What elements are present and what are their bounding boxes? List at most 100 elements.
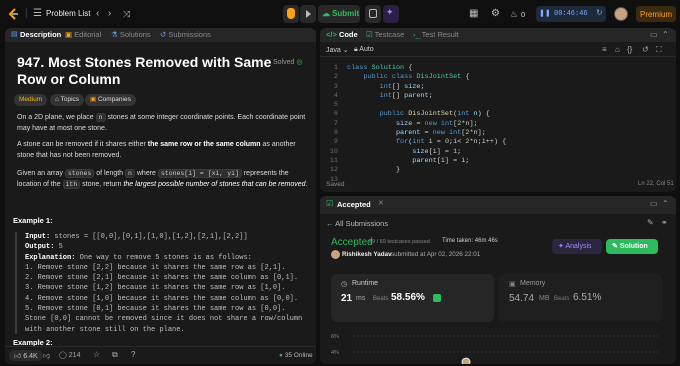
tab-solutions[interactable]: ⚗ Solutions	[111, 28, 151, 42]
premium-button[interactable]: Premium	[636, 6, 676, 22]
top-navbar: | ☰ Problem List ‹ › ⤨ ☁ Submit ✦ ▦ ⚙ ♨ …	[0, 0, 680, 28]
run-button[interactable]	[300, 5, 316, 23]
memory-label: Memory	[520, 280, 546, 287]
runtime-distribution-chart: 6%4%2%	[331, 334, 661, 364]
code-line[interactable]: }	[347, 166, 667, 175]
topics-chip[interactable]: ⌂ Topics	[50, 94, 85, 106]
solution-button[interactable]: ✎ Solution	[606, 239, 658, 254]
code-line[interactable]: size[i] = 1;	[347, 148, 667, 157]
format-icon[interactable]: ≡	[602, 45, 607, 54]
example-line: Explanation: One way to remove 5 stones …	[25, 253, 252, 262]
mode-toggle[interactable]: 🔒︎ Auto	[354, 46, 374, 54]
tab-accepted[interactable]: Accepted	[337, 198, 371, 212]
example-1-block: Input: stones = [[0,0],[0,1],[1,0],[1,2]…	[15, 232, 305, 334]
ai-assist-button[interactable]: ✦	[383, 5, 399, 23]
difficulty-badge[interactable]: Medium	[14, 94, 48, 106]
favorite-star-icon[interactable]: ☆	[93, 350, 100, 359]
tab-test-result[interactable]: ›_ Test Result	[413, 28, 459, 42]
chart-y-tick: 4%	[331, 350, 339, 356]
timer-pause-icon[interactable]: ❚❚	[539, 9, 551, 17]
companies-chip[interactable]: ▣ Companies	[85, 94, 136, 106]
analysis-button[interactable]: ✦ Analysis	[552, 239, 602, 254]
timer-reset-icon[interactable]: ↻	[596, 8, 603, 17]
timer-value: 00:46:46	[554, 10, 588, 18]
tab-testcase[interactable]: ☑ Testcase	[366, 28, 404, 42]
code-line[interactable]: parent[i] = i;	[347, 157, 667, 166]
close-tab-icon[interactable]: ✕	[378, 199, 384, 207]
tab-description[interactable]: Description	[20, 28, 61, 42]
example-line: Input: stones = [[0,0],[0,1],[1,0],[1,2]…	[25, 233, 248, 241]
help-icon[interactable]: ?	[131, 350, 135, 359]
language-select[interactable]: Java ⌄	[326, 46, 349, 54]
memory-card[interactable]: ▣ Memory 54.74 MB Beats 6.51%	[499, 274, 662, 322]
saved-status: Saved	[326, 181, 345, 188]
streak-fire-icon[interactable]: ♨	[510, 9, 518, 20]
example-1-heading: Example 1:	[13, 216, 53, 225]
submitter-name[interactable]: Rishikesh Yadav	[342, 251, 392, 258]
leetcode-logo[interactable]	[8, 8, 19, 20]
timer-widget[interactable]: ❚❚ 00:46:46 ↻	[536, 6, 606, 22]
line-number: 7	[333, 119, 338, 128]
line-number: 8	[333, 129, 338, 138]
code-line[interactable]: int[] parent;	[347, 92, 667, 101]
chart-y-tick: 6%	[331, 334, 339, 340]
problem-list-icon[interactable]: ☰	[33, 0, 42, 28]
all-submissions-link[interactable]: ← All Submissions	[326, 219, 388, 228]
braces-icon[interactable]: {}	[627, 45, 632, 54]
cursor-position: Ln 22, Col 51	[638, 181, 674, 187]
problem-list-link[interactable]: Problem List	[46, 9, 90, 18]
code-line[interactable]: size = new int[2*n];	[347, 120, 667, 129]
line-number: 12	[329, 166, 338, 175]
example-line: Stone [0,0] cannot be removed since it d…	[25, 315, 303, 324]
edit-square-icon: ✎	[612, 243, 620, 250]
your-submission-marker[interactable]	[461, 357, 471, 364]
bug-icon	[287, 8, 295, 19]
expand-icon[interactable]: ▭	[650, 199, 658, 208]
code-line[interactable]: parent = new int[2*n];	[347, 129, 667, 138]
expand-icon[interactable]: ▭	[650, 30, 658, 39]
comments-button[interactable]: ◯ 214	[59, 351, 80, 359]
fullscreen-icon[interactable]: ⛶	[656, 45, 662, 55]
sparkle-icon: ✦	[386, 7, 394, 17]
edit-icon[interactable]: ✎	[647, 218, 654, 227]
dislike-button[interactable]: 👎︎	[43, 351, 50, 360]
play-icon	[306, 10, 311, 18]
notes-button[interactable]	[365, 5, 381, 23]
collapse-icon[interactable]: ⌃	[662, 199, 669, 208]
arrow-left-icon: ←	[326, 219, 336, 228]
tab-submissions[interactable]: ↺ Submissions	[160, 28, 211, 42]
submit-button[interactable]: ☁ Submit	[318, 5, 360, 23]
like-button[interactable]: 👍︎ 6.4K	[9, 350, 43, 361]
avatar[interactable]	[614, 7, 628, 21]
code-line[interactable]	[347, 101, 667, 110]
code-editor-panel: </> Code ☑ Testcase ›_ Test Result ▭ ⌃ J…	[320, 28, 676, 192]
comment-icon: ◯	[59, 352, 69, 359]
reset-icon[interactable]: ↺	[642, 45, 649, 54]
debug-button[interactable]	[283, 5, 299, 23]
solved-status: Solved ◎	[273, 59, 303, 66]
thumbs-up-icon: 👍︎	[14, 353, 24, 360]
bookmark-icon[interactable]: ⌂	[615, 45, 620, 54]
code-line[interactable]: int[] size;	[347, 83, 667, 92]
shuffle-icon[interactable]: ⤨	[123, 0, 130, 28]
share-icon[interactable]: ⧉	[112, 350, 118, 360]
lock-icon: ▣	[90, 96, 98, 103]
example-line: with another stone still on the plane.	[25, 325, 185, 334]
link-icon[interactable]: ⚭	[661, 218, 668, 227]
example-line: 5. Remove stone [0,1] because it shares …	[25, 305, 286, 314]
code-line[interactable]: public DisJointSet(int n) {	[347, 110, 667, 119]
code-area[interactable]: class Solution { public class DisJointSe…	[347, 64, 667, 186]
prev-problem-icon[interactable]: ‹	[96, 0, 99, 28]
layout-icon[interactable]: ▦	[469, 0, 478, 28]
code-line[interactable]: class Solution {	[347, 64, 667, 73]
collapse-icon[interactable]: ⌃	[662, 30, 669, 39]
runtime-card[interactable]: ◷ Runtime 21 ms Beats 58.56%	[331, 274, 494, 322]
code-line[interactable]: public class DisJointSet {	[347, 73, 667, 82]
code-line[interactable]: for(int i = 0;i< 2*n;i++) {	[347, 138, 667, 147]
next-problem-icon[interactable]: ›	[108, 0, 111, 28]
memory-value: 54.74	[509, 293, 535, 304]
settings-gear-icon[interactable]: ⚙	[491, 0, 500, 28]
tab-code[interactable]: </> Code	[326, 28, 358, 42]
tab-editorial[interactable]: ▣ Editorial	[65, 28, 101, 42]
cloud-upload-icon: ☁	[322, 9, 330, 18]
